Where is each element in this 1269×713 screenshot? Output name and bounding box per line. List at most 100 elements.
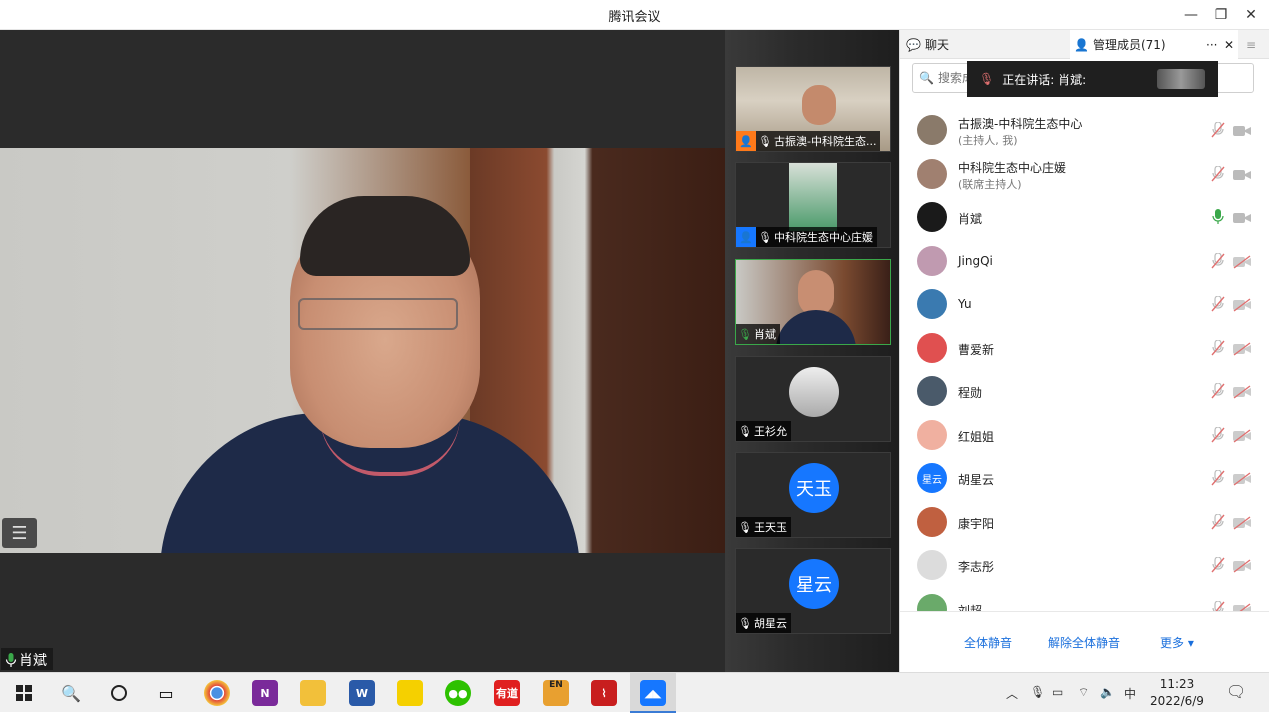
mic-muted-icon[interactable] — [1211, 295, 1225, 312]
video-tile-active[interactable]: 🎙 肖斌 — [735, 259, 891, 345]
windows-start-button[interactable] — [9, 678, 39, 708]
chrome-icon[interactable] — [204, 680, 230, 706]
camera-off-icon[interactable] — [1233, 558, 1251, 573]
more-button[interactable]: ··· — [1206, 30, 1217, 59]
tile-name: 肖斌 — [754, 328, 776, 341]
mic-muted-icon[interactable] — [1211, 556, 1225, 573]
tray-expand-icon[interactable]: ︿ — [1006, 685, 1018, 702]
member-name: 曹爱新 — [958, 342, 995, 357]
member-name: Yu — [958, 297, 972, 311]
wechat-icon[interactable]: ●● — [445, 680, 471, 706]
tencent-meeting-icon[interactable]: ◢◣ — [640, 680, 666, 706]
speaker-hair — [300, 196, 470, 276]
restore-button[interactable]: ❐ — [1208, 4, 1234, 26]
minimize-icon: — — [1184, 7, 1198, 23]
member-row[interactable]: 古振澳-中科院生态中心 (主持人, 我) — [900, 109, 1269, 152]
member-panel: 💬聊天 👤管理成员(71) ··· ✕ ≡ 🔍 古振澳-中科院生态中心 (主持人,… — [899, 30, 1269, 672]
cortana-button[interactable] — [104, 678, 134, 708]
member-name: 康宇阳 — [958, 516, 995, 531]
mic-muted-icon[interactable] — [1211, 338, 1225, 356]
notification-icon[interactable]: 🗨 — [1226, 682, 1246, 701]
mute-all-button[interactable]: 全体静音 — [964, 634, 1012, 651]
mic-active-icon[interactable] — [1211, 209, 1225, 225]
member-avatar — [917, 593, 947, 611]
member-row[interactable]: 刘超 — [900, 588, 1269, 611]
mic-muted-icon[interactable] — [1211, 469, 1225, 486]
mic-muted-icon[interactable] — [1211, 121, 1225, 138]
en-dict-icon[interactable]: EN — [543, 680, 569, 706]
video-tile[interactable]: 🎙 王衫允 — [735, 356, 891, 442]
camera-off-icon[interactable] — [1233, 515, 1251, 530]
battery-icon[interactable]: ▭ — [1052, 685, 1063, 699]
close-icon: ✕ — [1224, 37, 1235, 52]
close-button[interactable]: ✕ — [1238, 4, 1264, 26]
mic-muted-icon[interactable] — [1211, 599, 1225, 611]
member-avatar — [917, 202, 947, 232]
camera-off-icon[interactable] — [1233, 341, 1251, 356]
member-row[interactable]: Yu — [900, 283, 1269, 326]
member-row[interactable]: 李志彤 — [900, 544, 1269, 587]
camera-off-icon[interactable] — [1233, 384, 1251, 399]
camera-off-icon[interactable] — [1233, 602, 1251, 611]
mic-muted-icon[interactable] — [1211, 382, 1225, 399]
mic-muted-icon[interactable] — [1211, 512, 1225, 530]
camera-off-icon[interactable] — [1233, 428, 1251, 443]
mic-muted-icon[interactable] — [1211, 251, 1225, 269]
member-row[interactable]: 曹爱新 — [900, 327, 1269, 370]
member-row[interactable]: JingQi — [900, 240, 1269, 283]
panel-menu-button[interactable]: ≡ — [1246, 30, 1256, 59]
mic-active-icon: 🎙 — [738, 327, 752, 341]
member-row[interactable]: 程勋 — [900, 370, 1269, 413]
search-button[interactable]: 🔍 — [56, 678, 86, 708]
word-icon[interactable]: W — [349, 680, 375, 706]
video-tile[interactable]: 👤 🎙 中科院生态中心庄媛 — [735, 162, 891, 248]
video-tile[interactable]: 👤 🎙 古振澳-中科院生态... — [735, 66, 891, 152]
mic-muted-icon[interactable] — [1211, 425, 1225, 443]
sticky-notes-icon[interactable] — [397, 680, 423, 706]
mic-muted-icon: 🎙 — [758, 230, 772, 244]
camera-off-icon[interactable] — [1233, 297, 1251, 312]
file-explorer-icon[interactable] — [300, 680, 326, 706]
onenote-icon[interactable]: N — [252, 680, 278, 706]
acrobat-icon[interactable]: ⌇ — [591, 680, 617, 706]
minimize-button[interactable]: — — [1178, 4, 1204, 26]
camera-icon[interactable] — [1233, 167, 1251, 181]
layout-list-button[interactable]: ☰ — [2, 518, 37, 548]
member-row[interactable]: 肖斌 — [900, 196, 1269, 239]
panel-close-button[interactable]: ✕ — [1224, 30, 1234, 59]
tile-avatar: 星云 — [789, 559, 839, 609]
clock[interactable]: 11:23 2022/6/9 — [1148, 676, 1206, 710]
volume-icon[interactable]: 🔈 — [1100, 685, 1115, 699]
youdao-icon[interactable]: 有道 — [494, 680, 520, 706]
main-speaker-label: 肖斌 — [1, 648, 53, 670]
camera-off-icon[interactable] — [1233, 471, 1251, 486]
mic-muted-icon[interactable] — [1211, 164, 1225, 182]
person-icon: 👤 — [1074, 37, 1089, 52]
main-video-feed[interactable] — [0, 148, 725, 553]
member-row[interactable]: 星云 胡星云 — [900, 457, 1269, 500]
member-row[interactable]: 红姐姐 — [900, 414, 1269, 457]
network-icon[interactable]: ⌔ — [1078, 685, 1089, 700]
task-view-button[interactable]: ▭ — [151, 678, 181, 708]
youdao-label: 有道 — [496, 687, 518, 700]
more-options-button[interactable]: 更多 ▾ — [1160, 634, 1194, 651]
member-avatar — [917, 550, 947, 580]
unmute-all-button[interactable]: 解除全体静音 — [1048, 634, 1120, 651]
microphone-tray-icon[interactable]: 🎙 — [1030, 685, 1045, 699]
window-title: 腾讯会议 — [608, 10, 661, 25]
main-video-area[interactable]: ☰ 肖斌 — [0, 30, 725, 672]
member-row[interactable]: 中科院生态中心庄媛 (联席主持人) — [900, 153, 1269, 196]
tab-chat[interactable]: 💬 聊天 — [906, 30, 949, 59]
tencent-meeting-logo — [1157, 69, 1205, 89]
ime-indicator[interactable]: 中 — [1124, 685, 1136, 702]
camera-icon[interactable] — [1233, 210, 1251, 224]
member-avatar: 星云 — [917, 463, 947, 493]
video-tile[interactable]: 星云 🎙 胡星云 — [735, 548, 891, 634]
member-row[interactable]: 康宇阳 — [900, 501, 1269, 544]
title-bar: 腾讯会议 — ❐ ✕ — [0, 0, 1269, 30]
speaking-label: 正在讲话: 肖斌: — [1002, 72, 1087, 87]
clock-time: 11:23 — [1159, 677, 1195, 691]
video-tile[interactable]: 天玉 🎙 王天玉 — [735, 452, 891, 538]
camera-icon[interactable] — [1233, 123, 1251, 137]
camera-off-icon[interactable] — [1233, 254, 1251, 269]
